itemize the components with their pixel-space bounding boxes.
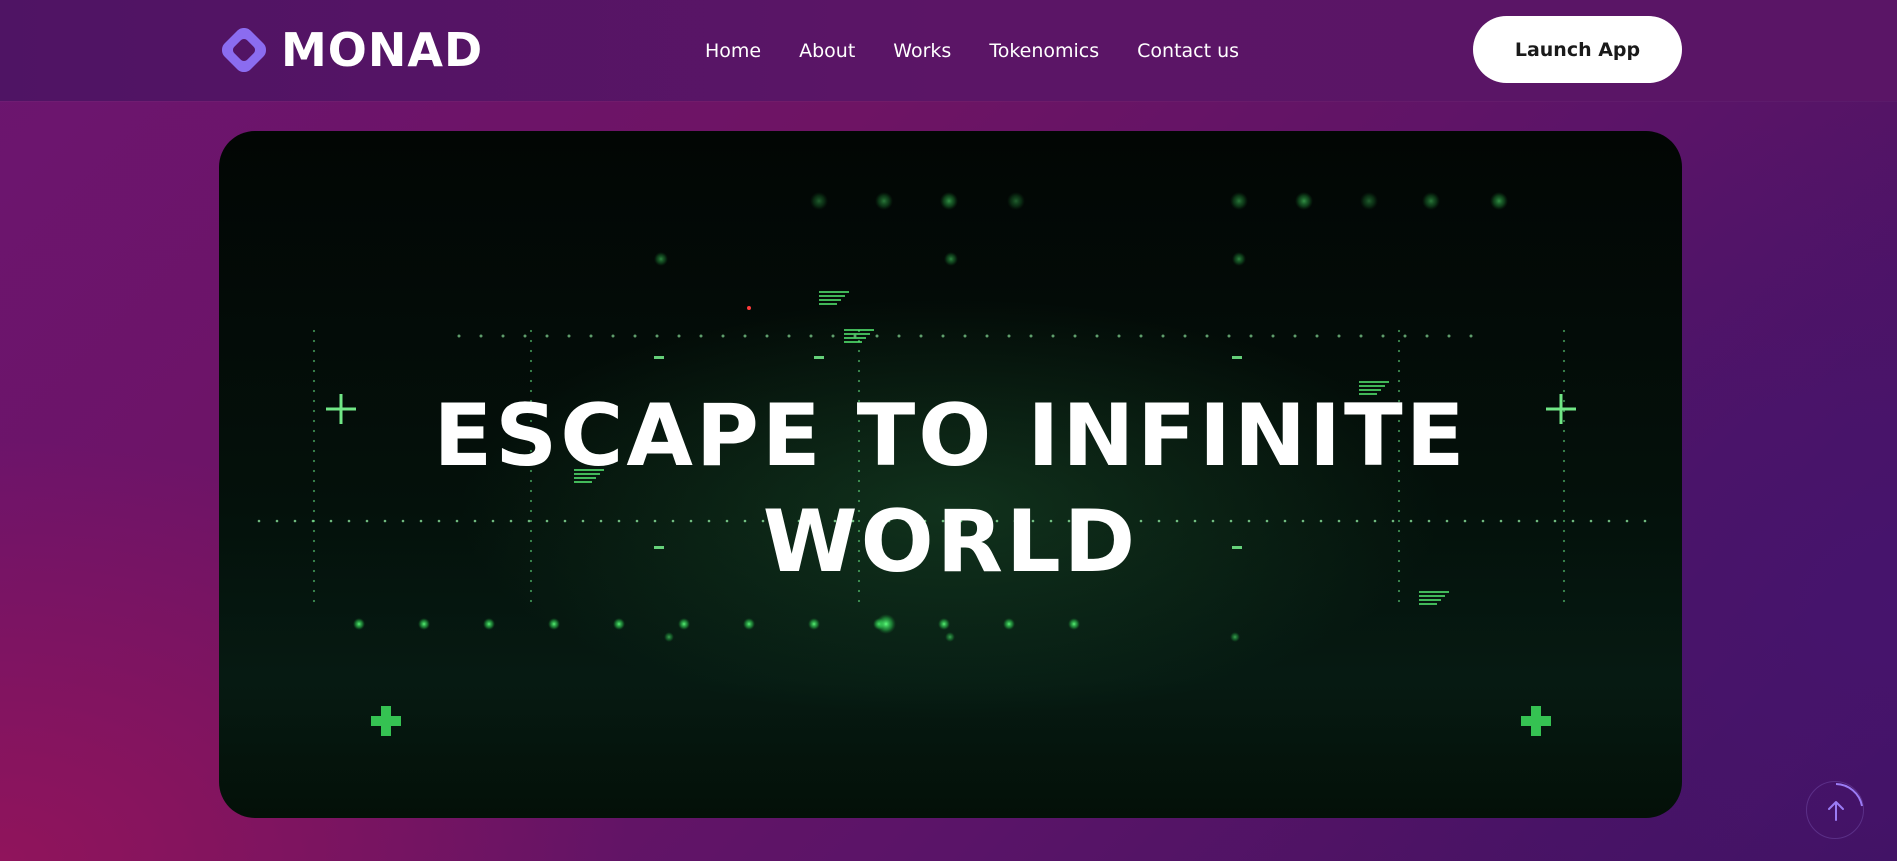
nav-link-tokenomics[interactable]: Tokenomics — [989, 40, 1099, 62]
brand-logo[interactable]: MONAD — [219, 24, 483, 76]
scroll-to-top-button[interactable] — [1806, 781, 1864, 839]
hero-title-line-1: ESCAPE TO INFINITE — [433, 386, 1468, 486]
hero-title: ESCAPE TO INFINITE WORLD — [219, 383, 1682, 595]
nav-link-about[interactable]: About — [799, 40, 855, 62]
main-nav: Home About Works Tokenomics Contact us — [705, 36, 1239, 66]
site-header: MONAD Home About Works Tokenomics Contac… — [0, 0, 1897, 101]
nav-link-works[interactable]: Works — [893, 40, 951, 62]
arrow-up-icon — [1828, 783, 1863, 821]
brand-name: MONAD — [281, 23, 484, 77]
hero-banner: ESCAPE TO INFINITE WORLD — [219, 131, 1682, 818]
nav-link-home[interactable]: Home — [705, 40, 761, 62]
launch-app-button[interactable]: Launch App — [1473, 16, 1682, 83]
monad-diamond-icon — [222, 28, 266, 72]
nav-link-contact[interactable]: Contact us — [1137, 40, 1239, 62]
hero-title-line-2: WORLD — [762, 492, 1139, 592]
